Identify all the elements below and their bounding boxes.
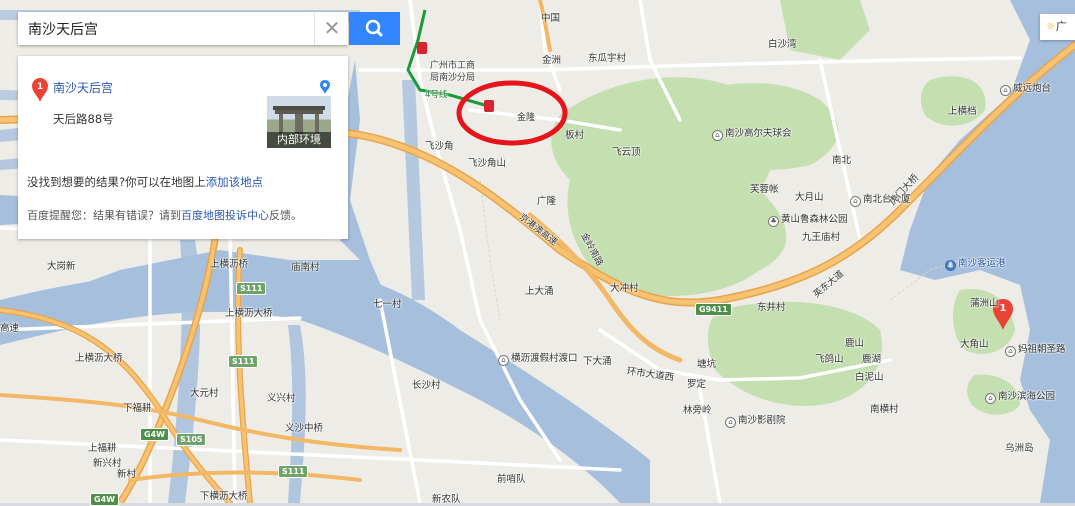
map-label-road: 高速 xyxy=(0,323,20,334)
theater-icon: ⌂ xyxy=(725,417,736,428)
result-address: 天后路88号 xyxy=(53,112,114,126)
map-label: 下福耕 xyxy=(123,403,152,414)
map-label: 局南沙分局 xyxy=(430,73,476,83)
map-label-poi: ♣ 黄山鲁森林公园 xyxy=(768,211,848,227)
map-label: 东井村 xyxy=(757,302,786,313)
park-icon: ⌂ xyxy=(985,393,996,404)
map-label: 大角山 xyxy=(960,339,989,350)
road-shield: S111 xyxy=(236,282,267,295)
green-north xyxy=(920,76,986,126)
map-label: 南横村 xyxy=(870,404,899,415)
map-label: 罗定 xyxy=(687,379,707,390)
map-label: 新村 xyxy=(117,469,137,480)
map-label: 大元村 xyxy=(190,388,219,399)
map-label: 南北 xyxy=(832,155,852,166)
map-label: 芙蓉帐 xyxy=(750,184,779,195)
weather-text: 广 xyxy=(1055,20,1067,33)
map-label: 下横沥大桥 xyxy=(200,491,248,502)
search-input[interactable] xyxy=(18,12,308,45)
result-photo[interactable]: 内部环境 xyxy=(267,96,331,148)
road-shield: G4W xyxy=(90,493,119,506)
map-label-poi: ⌂ 南沙高尔夫球会 xyxy=(712,125,792,141)
tip-suffix: 反馈。 xyxy=(269,209,302,222)
map-label: 七一村 xyxy=(373,299,402,310)
map-label: 上大涌 xyxy=(525,286,554,297)
road-shield: S111 xyxy=(228,355,259,368)
map-label: 白沙湾 xyxy=(768,39,797,50)
map-label: 长沙村 xyxy=(412,380,441,391)
map-label: 上横档 xyxy=(948,106,977,117)
map-label: 金洲 xyxy=(542,55,562,66)
map-label: 鹿山 xyxy=(845,338,865,349)
road-shield: S111 xyxy=(278,465,309,478)
map-label: 飞云顶 xyxy=(612,147,641,158)
golf-icon: ⌂ xyxy=(712,130,723,141)
result-title-link[interactable]: 南沙天后宫 xyxy=(53,79,113,96)
map-label: 下大涌 xyxy=(583,356,612,367)
location-icon[interactable] xyxy=(320,80,330,94)
map-label: 上福耕 xyxy=(88,443,117,454)
map-label: 东瓜宇村 xyxy=(588,53,627,64)
building-icon: ⌂ xyxy=(850,196,861,207)
tip-text: 百度提醒您：结果有错误？请到 xyxy=(27,209,181,222)
map-label: 大冲村 xyxy=(610,283,639,294)
map-label: 飞沙角 xyxy=(425,141,454,152)
metro-station-icon xyxy=(484,100,494,112)
map-label: 金隆 xyxy=(517,113,536,123)
map-label-poi: ⌂ 横沥渡假村渡口 xyxy=(498,350,578,366)
map-label-poi: ⌂ 妈祖朝圣路 xyxy=(1005,341,1066,357)
map-label: 上横沥大桥 xyxy=(225,308,273,319)
clear-search-button[interactable]: ✕ xyxy=(314,12,349,45)
road-shield: G4W xyxy=(140,428,169,441)
map-label: 乌洲岛 xyxy=(1005,443,1034,454)
search-icon xyxy=(365,19,383,37)
map-label: 义兴村 xyxy=(267,393,296,404)
road-shield: S105 xyxy=(176,433,207,446)
map-label: 大月山 xyxy=(795,192,824,203)
map-label: 林旁岭 xyxy=(683,405,712,416)
feedback-text: 没找到想要的结果?你可以在地图上 xyxy=(27,175,206,189)
map-label-metro: 4号线 xyxy=(425,90,448,100)
map-label: 塘坑 xyxy=(697,359,717,370)
map-label: 前哨队 xyxy=(497,474,526,485)
weather-icon: ☼ xyxy=(1046,20,1056,33)
map-label: 飞鸽山 xyxy=(815,354,844,365)
fort-icon: ⌂ xyxy=(1000,85,1011,96)
map-label-poi: ⚓ 南沙客运港 xyxy=(945,255,1006,271)
map-label: 中国 xyxy=(541,13,561,24)
map-label: 蒲洲山 xyxy=(970,298,999,309)
complaint-center-link[interactable]: 百度地图投诉中心 xyxy=(181,209,269,222)
map-marker-number[interactable]: 1 xyxy=(998,303,1008,314)
map-label: 义沙中桥 xyxy=(285,423,324,434)
search-button[interactable] xyxy=(349,12,400,45)
map-label: 广隆 xyxy=(537,196,557,207)
photo-caption: 内部环境 xyxy=(267,132,331,148)
map-label-poi: ⌂ 威远炮台 xyxy=(1000,80,1051,96)
park-icon: ♣ xyxy=(768,216,779,227)
metro-station-icon xyxy=(417,42,427,54)
tip-line: 百度提醒您：结果有错误？请到百度地图投诉中心反馈。 xyxy=(27,207,302,223)
map-label: 白泥山 xyxy=(855,372,884,383)
ferry-icon: ⌂ xyxy=(498,355,509,366)
map-label-poi: ⌂ 南沙滨海公园 xyxy=(985,388,1055,404)
map-label: 上横沥桥 xyxy=(210,259,249,270)
ferry-icon: ⚓ xyxy=(945,260,956,271)
map-label: 板村 xyxy=(565,130,585,141)
feedback-line: 没找到想要的结果?你可以在地图上添加该地点 xyxy=(27,174,263,190)
map-label: 大岗新 xyxy=(47,261,76,272)
add-place-link[interactable]: 添加该地点 xyxy=(206,175,264,189)
svg-text:1: 1 xyxy=(37,82,43,92)
weather-widget[interactable]: ☼广 xyxy=(1040,14,1075,40)
search-box: ✕ xyxy=(18,12,348,45)
result-panel: 1 南沙天后宫 天后路88号 内部环境 没找到想要的结果?你可以在地图上添加该地… xyxy=(18,56,348,239)
map-label: 上横沥大桥 xyxy=(75,353,123,364)
map-label: 飞沙角山 xyxy=(468,158,507,169)
map-label: 庙南村 xyxy=(291,262,320,273)
map-label: 九王庙村 xyxy=(802,232,841,243)
map-label: 鹿湖 xyxy=(862,354,882,365)
temple-icon: ⌂ xyxy=(1005,346,1016,357)
result-marker-icon[interactable]: 1 xyxy=(32,78,48,102)
map-label-poi: ⌂ 南沙影剧院 xyxy=(725,412,786,428)
road-shield: G9411 xyxy=(695,303,732,316)
